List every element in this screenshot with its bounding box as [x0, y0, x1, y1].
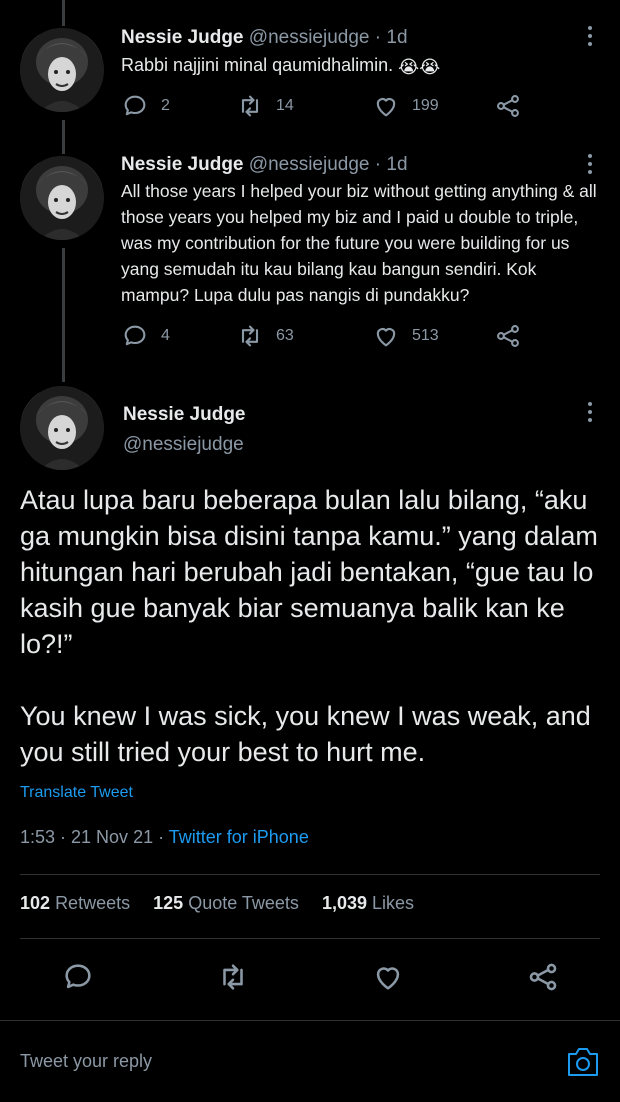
- reply-icon: [65, 964, 91, 989]
- reply-button[interactable]: 4: [121, 322, 236, 350]
- share-icon: [497, 325, 519, 347]
- tweet-source[interactable]: Twitter for iPhone: [169, 827, 309, 847]
- tweet-body: Rabbi najjini minal qaumidhalimin.: [121, 55, 394, 75]
- author-name[interactable]: Nessie Judge: [121, 154, 244, 175]
- retweet-count: 14: [276, 97, 294, 114]
- heart-icon: [376, 967, 400, 990]
- quotes-stat-label: Quote Tweets: [188, 893, 299, 913]
- reply-count: 2: [161, 97, 170, 114]
- tweet-stats: 102 Retweets 125 Quote Tweets 1,039 Like…: [20, 893, 432, 914]
- author-line: Nessie Judge @nessiejudge · 1d: [121, 154, 408, 176]
- retweet-button[interactable]: 63: [236, 322, 372, 350]
- divider: [20, 938, 600, 939]
- reply-button[interactable]: [61, 960, 95, 994]
- share-icon: [497, 95, 519, 117]
- thread-line-1: [62, 120, 65, 154]
- main-paragraph-2: You knew I was sick, you knew I was weak…: [20, 701, 591, 767]
- like-button[interactable]: [371, 960, 405, 994]
- likes-stat[interactable]: 1,039 Likes: [322, 893, 414, 913]
- tweet-text: Rabbi najjini minal qaumidhalimin. 😭😭: [121, 52, 591, 80]
- author-name[interactable]: Nessie Judge: [121, 27, 244, 48]
- thread-line-top: [62, 0, 65, 26]
- tweet-age: · 1d: [374, 154, 408, 175]
- divider: [20, 874, 600, 875]
- like-button[interactable]: 199: [372, 92, 494, 120]
- reply-icon: [124, 325, 146, 346]
- retweet-count: 63: [276, 327, 294, 344]
- thread-line-2: [62, 248, 65, 382]
- reply-button[interactable]: 2: [121, 92, 236, 120]
- more-vertical-icon[interactable]: [580, 150, 600, 180]
- reply-count: 4: [161, 327, 170, 344]
- avatar[interactable]: [20, 156, 104, 240]
- retweet-button[interactable]: [216, 960, 250, 994]
- quotes-stat-count: 125: [153, 893, 184, 913]
- author-line: Nessie Judge @nessiejudge · 1d: [121, 27, 408, 49]
- likes-stat-count: 1,039: [321, 893, 367, 913]
- translate-link[interactable]: Translate Tweet: [20, 784, 133, 802]
- retweet-icon: [241, 95, 259, 117]
- retweets-stat-count: 102: [20, 893, 51, 913]
- author-handle[interactable]: @nessiejudge: [249, 154, 370, 175]
- quotes-stat[interactable]: 125 Quote Tweets: [153, 893, 299, 913]
- share-icon: [529, 963, 557, 991]
- share-button[interactable]: [494, 92, 522, 120]
- like-button[interactable]: 513: [372, 322, 494, 350]
- avatar[interactable]: [20, 386, 104, 470]
- retweet-button[interactable]: 14: [236, 92, 372, 120]
- heart-icon: [376, 98, 396, 117]
- more-vertical-icon[interactable]: [580, 22, 600, 52]
- author-handle[interactable]: @nessiejudge: [249, 27, 370, 48]
- reply-input[interactable]: Tweet your reply: [20, 1051, 152, 1072]
- share-button[interactable]: [526, 960, 560, 994]
- main-author-handle[interactable]: @nessiejudge: [123, 434, 244, 456]
- tweet-age: · 1d: [374, 27, 408, 48]
- crying-emoji: 😭😭: [398, 57, 441, 77]
- tweet-text: All those years I helped your biz withou…: [121, 181, 597, 305]
- main-paragraph-1: Atau lupa baru beberapa bulan lalu bilan…: [20, 485, 598, 659]
- share-button[interactable]: [494, 322, 522, 350]
- tweet-timestamp[interactable]: 1:53 · 21 Nov 21 ·: [20, 827, 169, 847]
- tweet-actions: 2 14 199: [121, 92, 522, 120]
- like-count: 513: [412, 327, 439, 344]
- more-vertical-icon[interactable]: [580, 398, 600, 428]
- retweet-icon: [223, 964, 243, 990]
- main-tweet-text: Atau lupa baru beberapa bulan lalu bilan…: [20, 482, 600, 770]
- retweets-stat-label: Retweets: [55, 893, 131, 913]
- tweet-meta: 1:53 · 21 Nov 21 · Twitter for iPhone: [20, 827, 309, 848]
- avatar[interactable]: [20, 28, 104, 112]
- likes-stat-label: Likes: [372, 893, 415, 913]
- camera-icon[interactable]: [565, 1045, 601, 1079]
- retweets-stat[interactable]: 102 Retweets: [20, 893, 130, 913]
- retweet-icon: [241, 325, 259, 347]
- reply-bar: Tweet your reply: [0, 1020, 620, 1102]
- heart-icon: [376, 328, 396, 347]
- reply-icon: [124, 95, 146, 116]
- main-author-name[interactable]: Nessie Judge: [123, 404, 246, 426]
- like-count: 199: [412, 97, 439, 114]
- tweet-actions: 4 63 513: [121, 322, 522, 350]
